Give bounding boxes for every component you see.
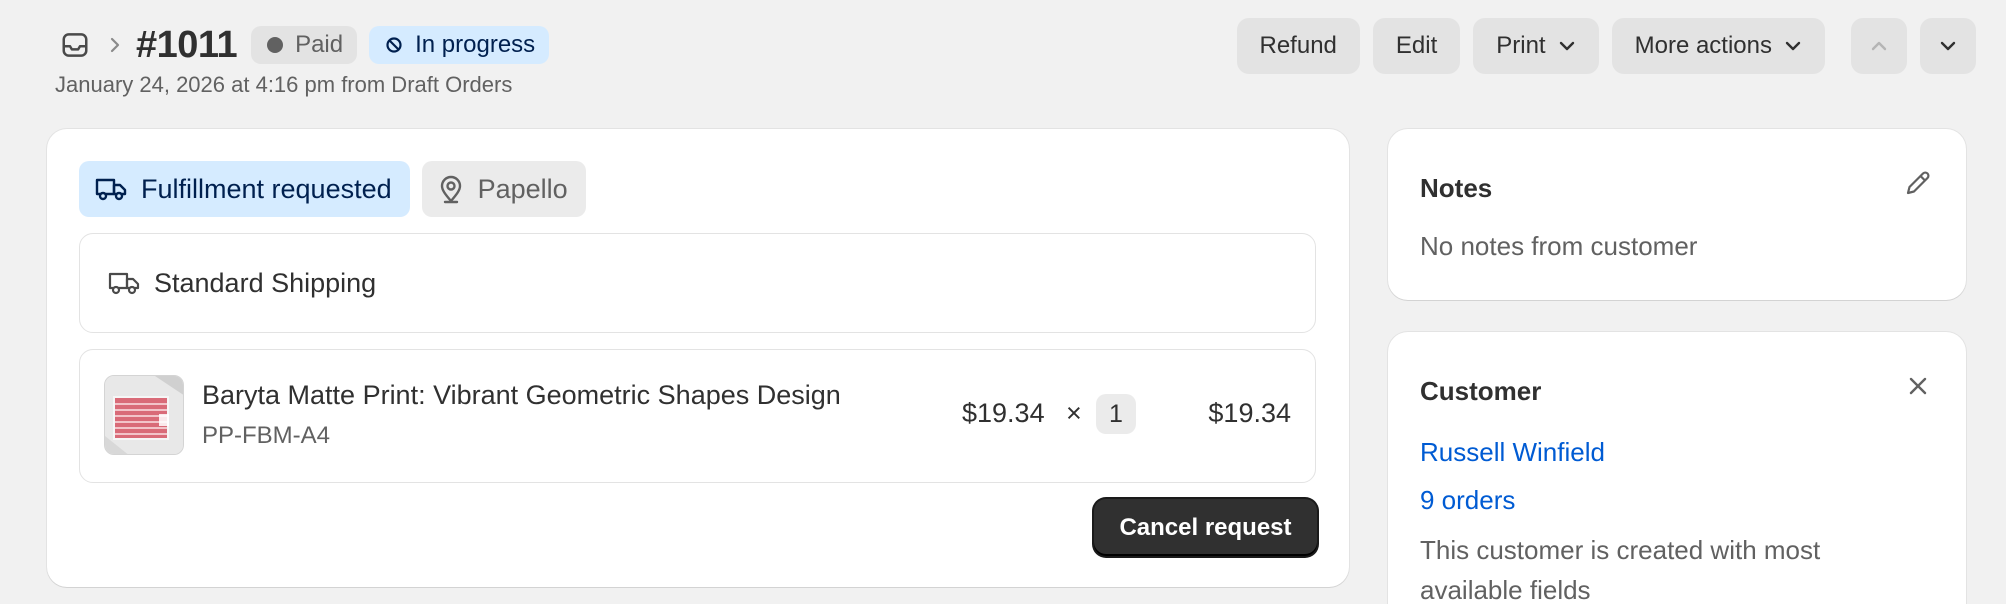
customer-title: Customer <box>1420 376 1542 406</box>
more-actions-label: More actions <box>1634 32 1772 59</box>
notes-title: Notes <box>1420 173 1493 203</box>
pencil-icon[interactable] <box>1902 167 1934 199</box>
product-thumbnail[interactable] <box>104 375 184 455</box>
customer-note: This customer is created with most avail… <box>1420 535 1821 604</box>
payment-status-label: Paid <box>295 31 344 58</box>
print-button[interactable]: Print <box>1473 18 1599 74</box>
close-icon[interactable] <box>1902 370 1934 402</box>
chevron-down-icon <box>1559 41 1574 51</box>
location-tag: Papello <box>421 161 586 217</box>
product-name-link[interactable]: Baryta Matte Print: Vibrant Geometric Sh… <box>202 380 841 411</box>
chevron-down-icon <box>1785 41 1801 51</box>
fulfillment-status-label: In progress <box>415 31 536 58</box>
order-number: #1011 <box>136 23 238 66</box>
shipping-method-label: Standard Shipping <box>154 267 377 298</box>
edit-button[interactable]: Edit <box>1372 18 1461 74</box>
previous-order-button[interactable] <box>1851 18 1907 74</box>
product-sku: PP-FBM-A4 <box>202 422 331 449</box>
order-subtitle: January 24, 2026 at 4:16 pm from Draft O… <box>55 72 513 97</box>
line-item-row: Baryta Matte Print: Vibrant Geometric Sh… <box>79 349 1316 483</box>
chevron-up-icon <box>1871 41 1887 51</box>
multiply-sign: × <box>1066 398 1082 428</box>
cancel-request-button[interactable]: Cancel request <box>1094 499 1317 556</box>
next-order-button[interactable] <box>1920 18 1976 74</box>
payment-status-badge: Paid <box>251 26 358 64</box>
in-progress-icon <box>386 37 402 53</box>
fulfillment-status-badge: In progress <box>369 26 550 64</box>
line-total: $19.34 <box>1208 398 1291 428</box>
location-label: Papello <box>477 173 568 204</box>
page-header: #1011 Paid In progress January 24, 2026 … <box>55 18 1976 97</box>
refund-button[interactable]: Refund <box>1236 18 1360 74</box>
fulfillment-requested-tag: Fulfillment requested <box>79 161 410 217</box>
shipping-method-box: Standard Shipping <box>79 233 1316 333</box>
customer-name-link[interactable]: Russell Winfield <box>1420 437 1605 468</box>
customer-orders-link[interactable]: 9 orders <box>1420 485 1515 516</box>
more-actions-button[interactable]: More actions <box>1611 18 1825 74</box>
truck-icon <box>95 178 127 201</box>
product-image <box>105 376 183 454</box>
print-button-label: Print <box>1496 32 1546 59</box>
notes-text: No notes from customer <box>1420 231 1698 261</box>
inbox-icon[interactable] <box>58 28 92 62</box>
fulfillment-requested-label: Fulfillment requested <box>141 173 392 204</box>
truck-icon <box>108 272 140 295</box>
unit-price: $19.34 <box>962 398 1045 428</box>
fulfillment-tags: Fulfillment requested Papello <box>79 161 586 217</box>
fulfillment-card: Fulfillment requested Papello Standard S… <box>47 129 1349 587</box>
notes-card: Notes No notes from customer <box>1388 129 1966 300</box>
header-actions: Refund Edit Print More actions <box>1224 18 1976 74</box>
location-pin-icon <box>440 175 461 204</box>
status-dot-icon <box>267 37 284 53</box>
chevron-right-icon <box>104 36 126 54</box>
quantity-badge: 1 <box>1096 394 1136 434</box>
chevron-down-icon <box>1940 41 1956 51</box>
customer-card: Customer Russell Winfield 9 orders This … <box>1388 332 1966 604</box>
